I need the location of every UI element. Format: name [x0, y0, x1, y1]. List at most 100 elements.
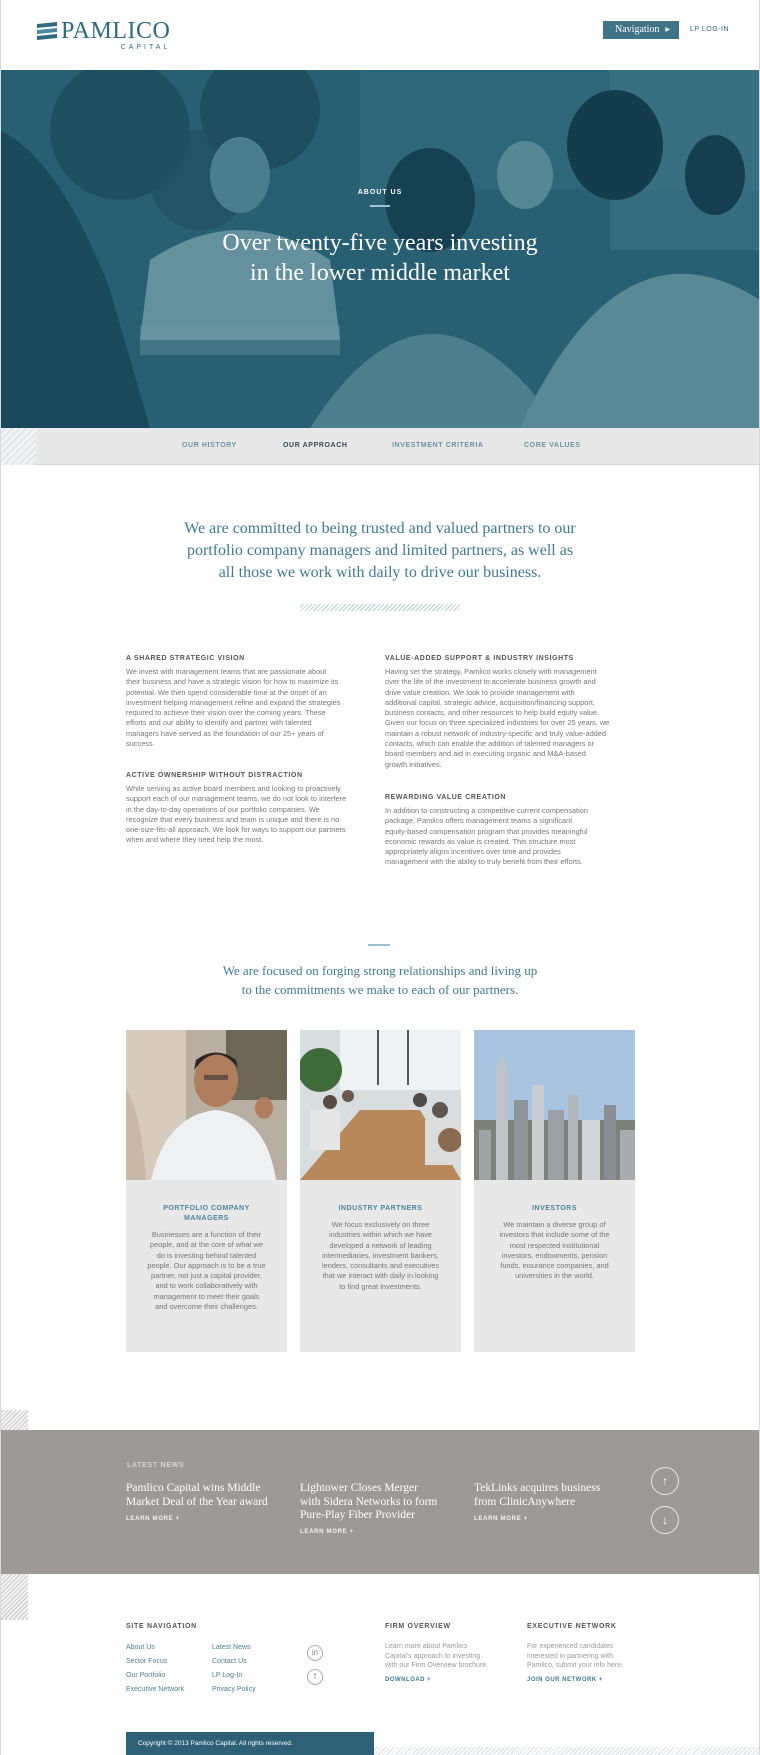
- latest-news-band: LATEST NEWS Pamlico Capital wins Middle …: [0, 1430, 760, 1574]
- navigation-button-label: Navigation: [615, 24, 660, 35]
- text-line: economic rewards as value is created. Th…: [385, 836, 576, 846]
- logo-name: PAMLICO: [61, 18, 171, 44]
- card-title-line: PORTFOLIO COMPANY: [163, 1205, 250, 1212]
- download-link[interactable]: DOWNLOAD +: [385, 1677, 431, 1683]
- footer-link-our-portfolio[interactable]: Our Portfolio: [126, 1672, 165, 1679]
- tab-core-values[interactable]: CORE VALUES: [524, 442, 581, 449]
- hero-title: Over twenty-five years investing in the …: [0, 228, 760, 288]
- text-line: potential. We then spend considerable ti…: [126, 687, 327, 697]
- text-line: additional capital, strategic advice, ac…: [385, 697, 595, 707]
- arrow-up-icon[interactable]: ↑: [651, 1467, 679, 1495]
- news-learn-more-link[interactable]: LEARN MORE +: [474, 1516, 528, 1522]
- footer-link-executive-network[interactable]: Executive Network: [126, 1686, 184, 1693]
- text-line: in the day-to-day operations of our port…: [126, 804, 320, 814]
- text-line: their business and have a strategic visi…: [126, 677, 339, 687]
- text-line: over the life of the investment to accel…: [385, 677, 596, 687]
- text-line: and to work collaboratively with: [155, 1281, 258, 1291]
- news-headline-line: from ClinicAnywhere: [474, 1495, 576, 1508]
- news-headline-line: Pure-Play Fiber Provider: [300, 1509, 415, 1521]
- firm-overview-text: Learn more about Pamlico Capital's appro…: [385, 1642, 488, 1671]
- text-line: managers have served as the foundation o…: [126, 728, 324, 738]
- text-line: Learn more about Pamlico: [385, 1643, 468, 1650]
- focus-line: to the commitments we make to each of ou…: [241, 982, 519, 997]
- footer-link-contact-us[interactable]: Contact Us: [212, 1658, 247, 1665]
- text-line: management to meet their goals: [153, 1291, 260, 1301]
- text-line: people. Our approach is to be a true: [147, 1260, 266, 1270]
- text-line: industries within which we have: [328, 1230, 433, 1240]
- focus-divider: [368, 944, 390, 946]
- text-line: Businesses are a function of their: [151, 1230, 262, 1239]
- text-line: people, and at the core of what we: [150, 1240, 263, 1250]
- hero-title-line: Over twenty-five years investing: [222, 230, 538, 256]
- card-photo: [474, 1030, 635, 1180]
- text-line: Capital's approach to investing: [385, 1652, 481, 1660]
- tab-investment-criteria[interactable]: INVESTMENT CRITERIA: [392, 442, 484, 449]
- text-line: success.: [126, 739, 155, 749]
- caret-right-icon: ▶: [665, 27, 670, 33]
- lp-login-link[interactable]: LP LOG-IN: [690, 26, 729, 33]
- text-line: business contacts, and other resources t…: [385, 708, 600, 718]
- text-line: lenders, consultants and executives: [321, 1261, 440, 1271]
- text-line: one-size-fits-all approach. We look for …: [126, 825, 346, 835]
- text-line: intermediaries, investment bankers,: [322, 1250, 439, 1260]
- logo-mark-icon: [37, 22, 57, 40]
- tab-our-history[interactable]: OUR HISTORY: [182, 442, 237, 449]
- card-description: We focus exclusively on three industries…: [314, 1220, 447, 1292]
- card-description: We maintain a diverse group of investors…: [488, 1220, 621, 1282]
- text-line: developed a network of leading: [329, 1240, 432, 1250]
- news-headline[interactable]: TekLinks acquires business from ClinicAn…: [474, 1482, 624, 1509]
- footer-link-lp-login[interactable]: LP Log-In: [212, 1672, 242, 1679]
- text-line: Given our focus on three specialized ind…: [385, 718, 610, 728]
- text-line: investment helping management refine and…: [126, 697, 341, 707]
- arrow-down-icon[interactable]: ↓: [651, 1506, 679, 1534]
- news-headline-line: TekLinks acquires business: [474, 1482, 601, 1494]
- text-line: investors that include some of the: [499, 1230, 610, 1240]
- executive-network-text: For experienced candidates interested in…: [527, 1642, 623, 1671]
- text-line: do is investing behind talented: [156, 1250, 257, 1260]
- card-industry-partners: INDUSTRY PARTNERS We focus exclusively o…: [300, 1030, 461, 1352]
- text-line: In addition to constructing a competitiv…: [385, 806, 588, 815]
- footer-pattern: [374, 1747, 760, 1755]
- about-subnav: OUR HISTORY OUR APPROACH INVESTMENT CRIT…: [0, 428, 760, 465]
- hero-title-line: in the lower middle market: [250, 260, 510, 286]
- linkedin-icon[interactable]: in: [307, 1645, 323, 1661]
- footer-link-latest-news[interactable]: Latest News: [212, 1644, 251, 1651]
- text-line: investors, endowments, pension: [501, 1250, 608, 1260]
- news-eyebrow: LATEST NEWS: [127, 1462, 185, 1469]
- join-network-link[interactable]: JOIN OUR NETWORK +: [527, 1677, 603, 1683]
- card-title: INVESTORS: [532, 1205, 577, 1212]
- text-line: support each of our management teams, we…: [126, 794, 347, 804]
- focus-statement: We are focused on forging strong relatio…: [0, 961, 760, 999]
- tab-our-approach[interactable]: OUR APPROACH: [283, 442, 348, 449]
- text-line: equity-based compensation program that p…: [385, 826, 588, 836]
- news-learn-more-link[interactable]: LEARN MORE +: [126, 1516, 180, 1522]
- text-line: when and where they need help the most.: [126, 835, 264, 845]
- facebook-icon[interactable]: f: [307, 1669, 323, 1685]
- text-line: and overcome their challenges.: [155, 1302, 258, 1312]
- subnav-pattern: [0, 428, 36, 465]
- text-line: We maintain a diverse group of: [503, 1220, 606, 1229]
- footer-heading: SITE NAVIGATION: [126, 1623, 197, 1630]
- text-line: We invest with management teams that are…: [126, 667, 327, 676]
- pamlico-logo[interactable]: PAMLICO CAPITAL: [37, 19, 170, 51]
- approach-heading: ACTIVE OWNERSHIP WITHOUT DISTRACTION: [126, 772, 303, 779]
- news-headline[interactable]: Pamlico Capital wins Middle Market Deal …: [126, 1482, 276, 1509]
- card-photo: [126, 1030, 287, 1180]
- text-line: contacts, which can enable the addition …: [385, 739, 595, 749]
- card-title: PORTFOLIO COMPANY MANAGERS: [136, 1204, 277, 1224]
- site-header: PAMLICO CAPITAL Navigation ▶ LP LOG-IN: [0, 0, 760, 70]
- footer-heading: FIRM OVERVIEW: [385, 1623, 451, 1630]
- card-investors: INVESTORS We maintain a diverse group of…: [474, 1030, 635, 1352]
- approach-heading: REWARDING VALUE CREATION: [385, 794, 507, 801]
- approach-paragraph: In addition to constructing a competitiv…: [385, 806, 635, 868]
- mission-line: all those we work with daily to drive ou…: [218, 564, 542, 581]
- footer-link-sector-focus[interactable]: Sector Focus: [126, 1658, 167, 1665]
- footer-link-about-us[interactable]: About Us: [126, 1644, 155, 1651]
- news-headline-line: Market Deal of the Year award: [126, 1495, 268, 1508]
- footer-link-privacy-policy[interactable]: Privacy Policy: [212, 1686, 256, 1693]
- mission-line: portfolio company managers and limited p…: [186, 542, 574, 559]
- navigation-button[interactable]: Navigation ▶: [603, 21, 679, 39]
- news-headline[interactable]: Lightower Closes Merger with Sidera Netw…: [300, 1482, 450, 1523]
- text-line: appropriately aligns incentives over tim…: [385, 847, 561, 857]
- news-learn-more-link[interactable]: LEARN MORE +: [300, 1529, 354, 1535]
